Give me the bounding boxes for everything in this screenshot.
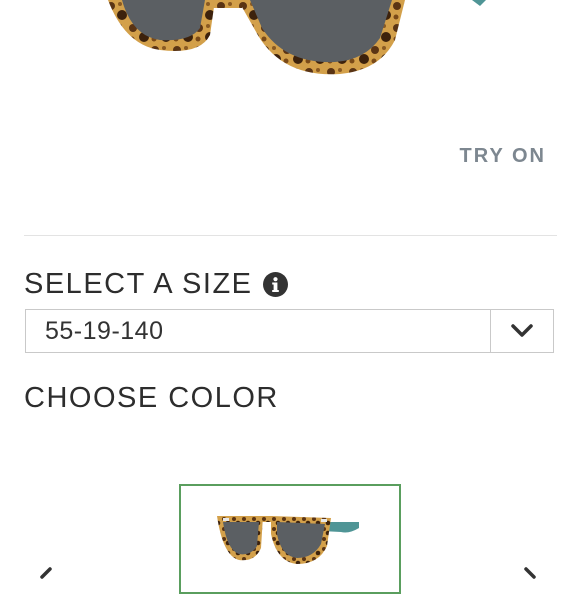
size-heading-label: SELECT A SIZE — [24, 268, 253, 300]
size-select[interactable]: 55-19-140 — [25, 309, 554, 353]
try-on-button[interactable]: TRY ON — [460, 145, 546, 168]
product-image — [40, 0, 560, 120]
size-heading: SELECT A SIZE — [24, 268, 288, 301]
chevron-left-icon[interactable] — [38, 565, 54, 590]
divider — [24, 235, 557, 236]
size-select-value: 55-19-140 — [45, 316, 164, 345]
color-swatch-selected[interactable] — [179, 484, 401, 594]
chevron-right-icon[interactable] — [522, 565, 538, 590]
color-heading: CHOOSE COLOR — [24, 382, 279, 414]
info-icon[interactable] — [262, 272, 288, 297]
chevron-down-icon[interactable] — [490, 310, 553, 352]
